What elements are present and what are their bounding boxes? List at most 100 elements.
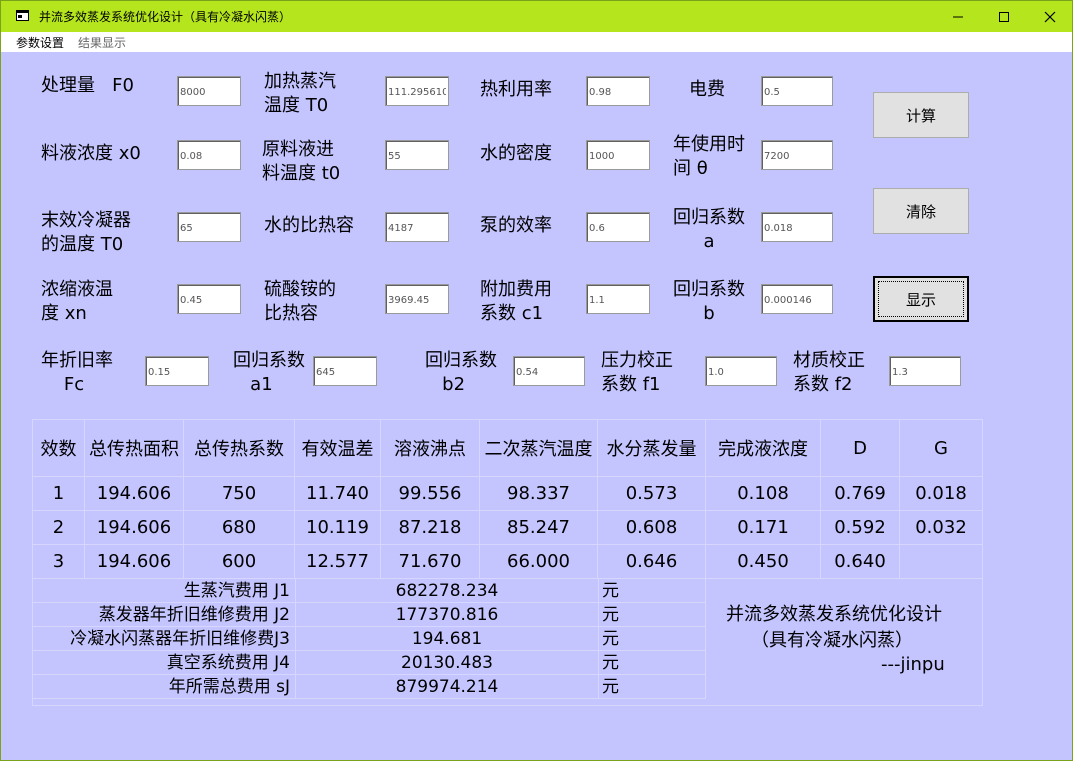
show-button[interactable]: 显示 <box>873 276 969 322</box>
input-x0[interactable] <box>177 140 241 170</box>
input-a[interactable] <box>761 212 833 242</box>
app-window: 并流多效蒸发系统优化设计（具有冷凝水闪蒸） 参数设置 结果显示 处理量 F0 加… <box>0 0 1073 761</box>
label-xn: 浓缩液温度 xn <box>41 279 113 324</box>
input-b[interactable] <box>761 284 833 314</box>
label-F0: 处理量 F0 <box>41 75 134 96</box>
table-header-cell: 有效温差 <box>295 420 381 477</box>
input-pump-efficiency[interactable] <box>586 212 650 242</box>
summary-value: 879974.214 <box>395 677 499 697</box>
table-cell: 11.740 <box>295 477 381 511</box>
table-cell: 0.592 <box>821 511 900 545</box>
label-electricity: 电费 <box>689 79 725 100</box>
label-b: 回归系数 b <box>673 279 745 324</box>
input-water-cp[interactable] <box>385 212 449 242</box>
menu-params[interactable]: 参数设置 <box>16 34 64 51</box>
label-c1: 附加费用 系数 c1 <box>480 279 552 324</box>
table-cell: 87.218 <box>381 511 480 545</box>
table-cell: 0.573 <box>598 477 706 511</box>
input-heat-efficiency[interactable] <box>586 76 650 106</box>
caption-author: ---jinpu <box>881 654 945 675</box>
table-cell: 2 <box>33 511 85 545</box>
table-header-cell: 二次蒸汽温度 <box>480 420 598 477</box>
minimize-icon <box>953 16 963 17</box>
input-f1[interactable] <box>705 356 777 386</box>
table-cell: 194.606 <box>85 545 184 579</box>
calculate-button[interactable]: 计算 <box>873 92 969 138</box>
close-icon <box>1044 11 1056 22</box>
window-title: 并流多效蒸发系统优化设计（具有冷凝水闪蒸） <box>39 10 292 24</box>
label-Fc: 年折旧率 Fc <box>41 350 113 395</box>
summary-unit: 元 <box>602 581 619 601</box>
table-cell: 0.450 <box>706 545 821 579</box>
table-cell: 98.337 <box>480 477 598 511</box>
table-cell: 3 <box>33 545 85 579</box>
table-cell: 0.171 <box>706 511 821 545</box>
label-f2: 材质校正 系数 f2 <box>793 350 865 395</box>
label-pump-efficiency: 泵的效率 <box>480 215 552 236</box>
input-theta[interactable] <box>761 140 833 170</box>
input-c1[interactable] <box>586 284 650 314</box>
table-cell: 10.119 <box>295 511 381 545</box>
table-cell: 0.646 <box>598 545 706 579</box>
summary-value: 194.681 <box>411 629 483 649</box>
input-F0[interactable] <box>177 76 241 106</box>
table-cell <box>900 545 983 579</box>
input-t0[interactable] <box>385 140 449 170</box>
summary-value: 20130.483 <box>401 653 493 673</box>
minimize-button[interactable] <box>935 1 981 32</box>
summary-divider <box>705 579 706 699</box>
table-cell: 194.606 <box>85 477 184 511</box>
table-cell: 71.670 <box>381 545 480 579</box>
maximize-button[interactable] <box>981 1 1027 32</box>
summary-unit: 元 <box>602 677 619 697</box>
table-cell: 0.640 <box>821 545 900 579</box>
table-cell: 600 <box>184 545 295 579</box>
table-cell: 0.032 <box>900 511 983 545</box>
summary-label: 年所需总费用 sJ <box>168 677 290 697</box>
table-cell: 12.577 <box>295 545 381 579</box>
label-x0: 料液浓度 x0 <box>41 143 141 164</box>
maximize-icon <box>999 11 1009 22</box>
table-header-cell: 效数 <box>33 420 85 477</box>
input-a1[interactable] <box>313 356 377 386</box>
results-table: 效数 总传热面积 总传热系数 有效温差 溶液沸点 二次蒸汽温度 水分蒸发量 完成液浓度 D G 1 1… <box>32 419 983 706</box>
clear-button[interactable]: 清除 <box>873 188 969 234</box>
table-cell: 0.108 <box>706 477 821 511</box>
input-T0-condenser[interactable] <box>177 212 241 242</box>
table-header-cell: 总传热系数 <box>184 420 295 477</box>
table-cell: 66.000 <box>480 545 598 579</box>
label-heat-efficiency: 热利用率 <box>480 79 552 100</box>
input-Fc[interactable] <box>145 356 209 386</box>
label-water-density: 水的密度 <box>480 143 552 164</box>
table-cell: 0.608 <box>598 511 706 545</box>
label-f1: 压力校正 系数 f1 <box>601 350 673 395</box>
summary-label: 蒸发器年折旧维修费用 J2 <box>98 605 290 625</box>
summary-value: 177370.816 <box>395 605 499 625</box>
input-electricity[interactable] <box>761 76 833 106</box>
input-b2[interactable] <box>513 356 585 386</box>
input-xn[interactable] <box>177 284 241 314</box>
table-cell: 194.606 <box>85 511 184 545</box>
table-cell: 99.556 <box>381 477 480 511</box>
close-button[interactable] <box>1027 1 1073 32</box>
label-a: 回归系数 a <box>673 207 745 252</box>
table-cell: 750 <box>184 477 295 511</box>
input-water-density[interactable] <box>586 140 650 170</box>
table-header-cell: 完成液浓度 <box>706 420 821 477</box>
summary-unit: 元 <box>602 605 619 625</box>
label-a1: 回归系数 a1 <box>233 350 305 395</box>
summary-label: 生蒸汽费用 J1 <box>183 581 290 601</box>
menu-bar: 参数设置 结果显示 <box>1 32 1072 52</box>
table-cell: 85.247 <box>480 511 598 545</box>
input-salt-cp[interactable] <box>385 284 449 314</box>
label-b2: 回归系数 b2 <box>425 350 497 395</box>
table-cell: 0.769 <box>821 477 900 511</box>
summary-value: 682278.234 <box>395 581 499 601</box>
input-T0-steam[interactable] <box>385 76 449 106</box>
input-f2[interactable] <box>889 356 961 386</box>
summary-divider <box>598 579 599 699</box>
label-theta: 年使用时间 θ <box>673 134 745 179</box>
menu-results[interactable]: 结果显示 <box>78 34 126 51</box>
title-bar[interactable]: 并流多效蒸发系统优化设计（具有冷凝水闪蒸） <box>1 1 1072 32</box>
caption-title: 并流多效蒸发系统优化设计 <box>726 604 942 625</box>
